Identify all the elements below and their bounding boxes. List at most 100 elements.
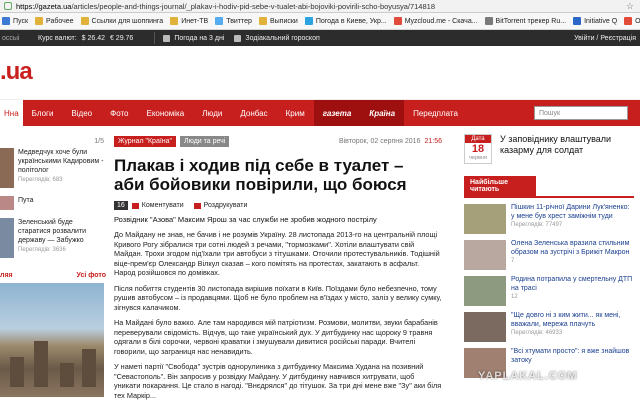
all-photos-link[interactable]: Усі фото — [77, 272, 106, 279]
news-text: Медведчук хоче були українськими Кадиров… — [18, 148, 106, 188]
print-label: Роздрукувати — [203, 202, 248, 209]
building-shape — [10, 357, 24, 387]
nav-item-home[interactable]: Нна — [0, 100, 23, 126]
news-title: Медведчук хоче були українськими Кадиров… — [18, 149, 104, 174]
article-paragraph: Після побиття студентів 30 листопада вир… — [114, 283, 442, 312]
bookmark-item[interactable]: Ошибка при запуск — [624, 17, 640, 25]
popular-text: Родина потрапила у смертельну ДТП на тра… — [511, 276, 634, 306]
popular-title: "Всі хтумати просто": я вже знайшов зато… — [511, 348, 630, 364]
print-icon — [193, 202, 201, 209]
news-views: Переглядів: 3636 — [18, 247, 66, 253]
bookmark-label: Ссылки для шоппинга — [91, 17, 164, 25]
bookmark-item[interactable]: Myzcloud.me - Скача... — [393, 17, 478, 25]
bookmark-icon — [80, 17, 89, 25]
weather-label: Погода на 3 дні — [174, 34, 225, 42]
bookmark-item[interactable]: Инет-ТВ — [170, 17, 208, 25]
url-path: /articles/people-and-things-journal/_pla… — [71, 1, 435, 11]
browser-address-bar[interactable]: https://gazeta.ua/articles/people-and-th… — [0, 0, 640, 13]
bookmark-icon — [35, 17, 44, 25]
bookmark-item[interactable]: Initiative Q — [573, 17, 617, 25]
list-item[interactable]: Медведчук хоче були українськими Кадиров… — [0, 148, 106, 188]
horoscope-link[interactable]: Зодіакальний гороскоп — [234, 34, 320, 42]
nav-item-people[interactable]: Люди — [193, 100, 231, 126]
building-shape — [82, 349, 96, 387]
building-shape — [34, 341, 48, 387]
bookmark-label: BitTorrent трекер Ru... — [495, 17, 567, 25]
currency-label: Курс валют: — [38, 34, 77, 42]
article-lead: Розвідник "Азова" Максим Ярош за час слу… — [114, 215, 377, 224]
popular-views: Переглядів: 77497 — [511, 222, 563, 228]
bookmark-icon — [304, 17, 313, 25]
popular-thumbnail — [464, 276, 506, 306]
bookmarks-bar: Пуск Рабочее Ссылки для шоппинга Инет-ТВ Тви… — [0, 13, 640, 30]
tag-people[interactable]: Люди та речі — [180, 135, 230, 147]
bookmark-icon — [2, 17, 10, 25]
tag-journal[interactable]: Журнал "Країна" — [114, 135, 177, 147]
nav-item-photo[interactable]: Фото — [101, 100, 137, 126]
bookmark-item[interactable]: BitTorrent трекер Ru... — [484, 17, 567, 25]
time-text: 21:56 — [424, 137, 442, 145]
nav-item-donbas[interactable]: Донбас — [231, 100, 276, 126]
bookmark-item[interactable]: Рабочее — [35, 17, 74, 25]
news-thumbnail — [0, 218, 14, 258]
list-item[interactable]: Зеленський буде старатися розвалити держ… — [0, 218, 106, 258]
news-views: Переглядів: 683 — [18, 177, 63, 183]
article-paragraph: На Майдані було важко. Але там народився… — [114, 318, 438, 356]
bookmark-item[interactable]: Ссылки для шоппинга — [80, 17, 164, 25]
popular-item[interactable]: Олена Зеленська вразила стильним образом… — [464, 240, 634, 270]
article-meta: 16 Коментувати Роздрукувати — [114, 201, 442, 210]
language-selector[interactable]: оссыі — [2, 35, 38, 42]
popular-title: Олена Зеленська вразила стильним образом… — [511, 240, 630, 256]
url-text[interactable]: https://gazeta.ua/articles/people-and-th… — [16, 2, 435, 11]
article-date: Вівторок, 02 серпня 2016 21:56 — [339, 138, 442, 145]
article-paragraph: У наметі партії "Свобода" зустрів однору… — [114, 362, 442, 400]
popular-thumbnail — [464, 240, 506, 270]
bookmark-star-icon[interactable]: ☆ — [626, 1, 634, 12]
weather-link[interactable]: Погода на 3 дні — [163, 34, 225, 42]
url-host: https://gazeta.ua — [16, 1, 72, 11]
nav-item-video[interactable]: Відео — [62, 100, 101, 126]
site-top-bar: оссыі Курс валют: $ 26.42 € 29.76 Погода… — [0, 30, 640, 46]
popular-views: 12 — [511, 294, 518, 300]
list-item[interactable]: Пута — [0, 196, 106, 210]
date-teaser-text: У заповіднику влаштували казарму для сол… — [500, 134, 612, 155]
bookmark-icon — [258, 17, 267, 25]
popular-title: Пішкин 11-річної Дарини Лук'яненко: у ме… — [511, 204, 630, 220]
news-title: Пута — [18, 197, 34, 204]
popular-item[interactable]: Пішкин 11-річної Дарини Лук'яненко: у ме… — [464, 204, 634, 234]
photo-block-title: ляя — [0, 272, 13, 279]
nav-item-crimea[interactable]: Крим — [277, 100, 314, 126]
search-input[interactable]: Пошук — [534, 106, 628, 120]
bookmark-label: Выписки — [269, 17, 298, 25]
print-link[interactable]: Роздрукувати — [193, 202, 248, 209]
nav-item-subscribe[interactable]: Передплата — [404, 100, 467, 126]
popular-views: Переглядів: 46933 — [511, 330, 563, 336]
photo-thumbnail[interactable] — [0, 283, 104, 397]
popular-item[interactable]: "Ще довго ні з ким жити... як мені, вваж… — [464, 312, 634, 342]
bookmark-item[interactable]: Погода в Киеве, Укр... — [304, 17, 387, 25]
bookmark-item[interactable]: Выписки — [258, 17, 298, 25]
login-link[interactable]: Увійти / Реєстрація — [574, 35, 636, 42]
bookmark-item[interactable]: Пуск — [2, 17, 28, 25]
comment-link[interactable]: Коментувати — [131, 202, 184, 209]
date-text: Вівторок, 02 серпня 2016 — [338, 137, 421, 145]
bookmark-item[interactable]: Твиттер — [215, 17, 252, 25]
nav-item-economy[interactable]: Економіка — [138, 100, 194, 126]
nav-item-kraina[interactable]: Країна — [360, 100, 405, 126]
photo-block-header: ляя Усі фото — [0, 272, 106, 279]
nav-item-gazeta[interactable]: газета — [313, 100, 361, 126]
news-pager[interactable]: 1/5 — [94, 138, 104, 145]
building-shape — [60, 363, 74, 387]
comment-label: Коментувати — [141, 202, 184, 209]
bookmark-label: Инет-ТВ — [181, 17, 209, 25]
bookmark-icon — [170, 17, 179, 25]
popular-text: "Ще довго ні з ким жити... як мені, вваж… — [511, 312, 634, 342]
popular-thumbnail — [464, 204, 506, 234]
nav-item-blogs[interactable]: Блоги — [23, 100, 63, 126]
bookmark-icon — [215, 17, 224, 25]
site-logo[interactable]: .ua — [0, 58, 33, 86]
popular-item[interactable]: Родина потрапила у смертельну ДТП на тра… — [464, 276, 634, 306]
date-teaser[interactable]: Дата 18 червня У заповіднику влаштували … — [464, 134, 634, 164]
bookmark-icon — [393, 17, 402, 25]
horoscope-label: Зодіакальний гороскоп — [245, 34, 320, 42]
